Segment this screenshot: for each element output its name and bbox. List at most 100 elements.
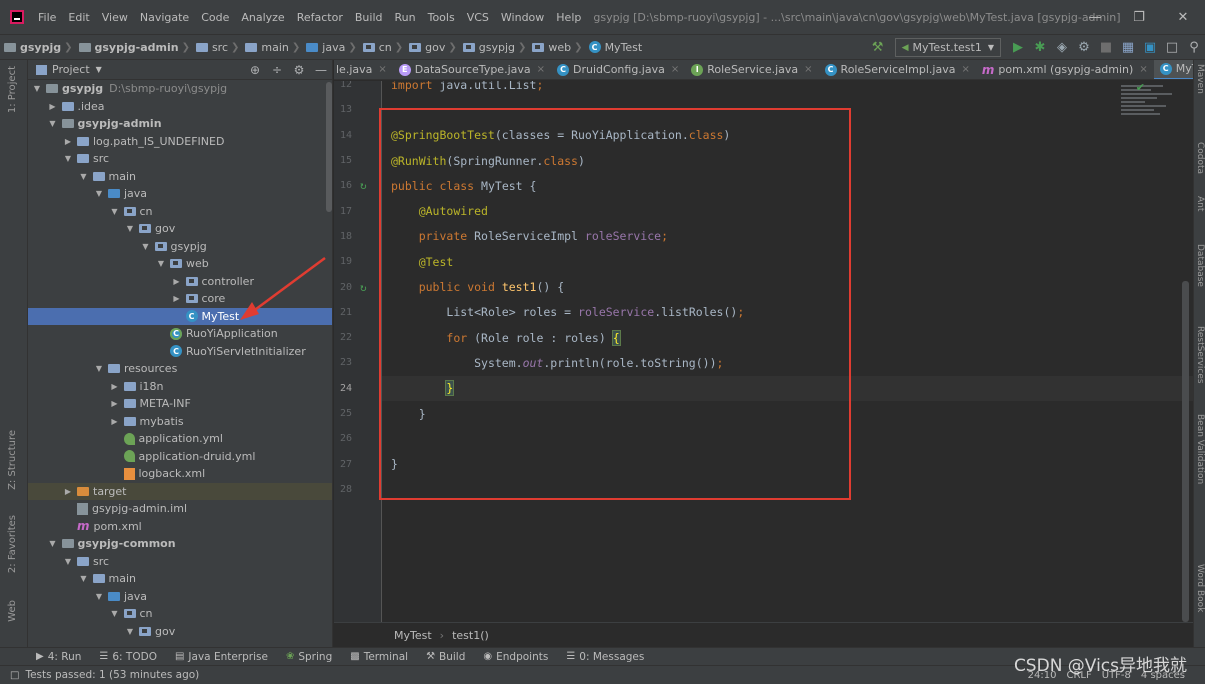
expand-down-icon[interactable]: ▼: [156, 259, 166, 268]
tree-item-web[interactable]: ▼ web: [28, 255, 332, 273]
code-area[interactable]: import java.util.List; @SpringBootTest(cl…: [382, 81, 1193, 622]
menu-item-help[interactable]: Help: [550, 11, 587, 24]
expand-down-icon[interactable]: ▼: [110, 207, 120, 216]
editor-tab[interactable]: CMyTest.java×: [1153, 60, 1193, 79]
expand-down-icon[interactable]: ▼: [125, 627, 135, 636]
breadcrumb-item[interactable]: gov ❯: [405, 41, 459, 54]
code-line[interactable]: }: [382, 452, 1193, 477]
tree-item-logback-xml[interactable]: ▶logback.xml: [28, 465, 332, 483]
editor-tab[interactable]: E DataSourceType.java ×: [393, 60, 551, 79]
expand-right-icon[interactable]: ▶: [63, 487, 73, 496]
menu-item-refactor[interactable]: Refactor: [291, 11, 349, 24]
right-tool-tab-word-book[interactable]: Word Book: [1195, 564, 1205, 612]
breadcrumb-item[interactable]: gsypjg ❯: [0, 41, 75, 54]
tree-item-java[interactable]: ▼ java: [28, 588, 332, 606]
expand-right-icon[interactable]: ▶: [172, 294, 182, 303]
tree-item-cn[interactable]: ▼ cn: [28, 203, 332, 221]
code-line[interactable]: @RunWith(SpringRunner.class): [382, 148, 1193, 173]
close-tab-icon[interactable]: ×: [537, 64, 545, 75]
layout-toggle-icon[interactable]: □: [10, 670, 19, 681]
close-tab-icon[interactable]: ×: [804, 64, 812, 75]
tree-item-gov[interactable]: ▼ gov: [28, 623, 332, 641]
tree-item-cn[interactable]: ▼ cn: [28, 605, 332, 623]
todo-tool-button[interactable]: ☰ 6: TODO: [99, 651, 157, 663]
editor-tab[interactable]: le.java ×: [334, 60, 393, 79]
code-line[interactable]: for (Role role : roles) {: [382, 325, 1193, 350]
tree-item-meta-inf[interactable]: ▶ META-INF: [28, 395, 332, 413]
expand-right-icon[interactable]: ▶: [63, 137, 73, 146]
expand-down-icon[interactable]: ▼: [94, 364, 104, 373]
tree-item-src[interactable]: ▼ src: [28, 150, 332, 168]
tree-item-gsypjg-common[interactable]: ▼ gsypjg-common: [28, 535, 332, 553]
right-tool-tab-maven[interactable]: Maven: [1195, 64, 1205, 94]
expand-down-icon[interactable]: ▼: [63, 154, 73, 163]
breadcrumb-item[interactable]: gsypjg ❯: [459, 41, 529, 54]
status-message[interactable]: Tests passed: 1 (53 minutes ago): [25, 669, 199, 681]
menu-item-tools[interactable]: Tools: [422, 11, 461, 24]
tree-item-main[interactable]: ▼ main: [28, 570, 332, 588]
expand-right-icon[interactable]: ▶: [48, 102, 58, 111]
menu-item-vcs[interactable]: VCS: [461, 11, 495, 24]
tree-item-controller[interactable]: ▶ controller: [28, 273, 332, 291]
project-tree-scrollbar[interactable]: [326, 82, 332, 212]
code-line[interactable]: @Test: [382, 249, 1193, 274]
breadcrumb-item[interactable]: src ❯: [192, 41, 241, 54]
tree-item-main[interactable]: ▼ main: [28, 168, 332, 186]
code-line[interactable]: }: [382, 401, 1193, 426]
tree-item-java[interactable]: ▼ java: [28, 185, 332, 203]
tree-item-gsypjg[interactable]: ▼ gsypjg: [28, 238, 332, 256]
java-enterprise-tool-button[interactable]: ▤ Java Enterprise: [175, 651, 268, 663]
build-tool-button[interactable]: ⚒ Build: [426, 651, 465, 663]
expand-down-icon[interactable]: ▼: [141, 242, 151, 251]
menu-item-build[interactable]: Build: [349, 11, 389, 24]
web-tool-tab[interactable]: Web: [7, 600, 18, 622]
menu-item-analyze[interactable]: Analyze: [235, 11, 290, 24]
tree-item-application-yml[interactable]: ▶application.yml: [28, 430, 332, 448]
breadcrumb-item[interactable]: C MyTest: [585, 41, 645, 54]
right-tool-tab-database[interactable]: Database: [1195, 244, 1205, 287]
terminal-tool-button[interactable]: ▩ Terminal: [350, 651, 408, 663]
expand-down-icon[interactable]: ▼: [32, 84, 42, 93]
tree-item-log-path-is-undefined[interactable]: ▶ log.path_IS_UNDEFINED: [28, 133, 332, 151]
editor-tab[interactable]: C DruidConfig.java ×: [551, 60, 685, 79]
tree-item-src[interactable]: ▼ src: [28, 553, 332, 571]
editor-tab[interactable]: I RoleService.java ×: [685, 60, 818, 79]
code-line[interactable]: [382, 97, 1193, 122]
restore-button[interactable]: ❐: [1117, 0, 1161, 35]
right-tool-tab-ant[interactable]: Ant: [1195, 196, 1205, 211]
tree-item-gsypjg-admin-iml[interactable]: ▶gsypjg-admin.iml: [28, 500, 332, 518]
code-line[interactable]: System.out.println(role.toString());: [382, 350, 1193, 375]
run-test-icon[interactable]: ↻: [360, 179, 367, 192]
inspection-ok-icon[interactable]: ✔: [1136, 81, 1145, 94]
editor-tab[interactable]: m pom.xml (gsypjg-admin) ×: [976, 60, 1154, 79]
search-everywhere-icon[interactable]: ⚲: [1183, 37, 1205, 59]
spring-tool-button[interactable]: ❀ Spring: [286, 651, 332, 663]
expand-right-icon[interactable]: ▶: [110, 399, 120, 408]
menu-item-run[interactable]: Run: [389, 11, 422, 24]
tree-item-application-druid-yml[interactable]: ▶application-druid.yml: [28, 448, 332, 466]
hammer-icon[interactable]: ⚒: [867, 37, 889, 59]
editor-scrollbar[interactable]: [1182, 281, 1189, 622]
menu-item-file[interactable]: File: [32, 11, 62, 24]
breadcrumb-item[interactable]: cn ❯: [359, 41, 405, 54]
expand-down-icon[interactable]: ▼: [125, 224, 135, 233]
code-line[interactable]: }: [382, 375, 1193, 401]
tree-item-target[interactable]: ▶ target: [28, 482, 332, 500]
code-line[interactable]: [382, 477, 1193, 502]
breadcrumb-item[interactable]: java ❯: [302, 41, 358, 54]
tree-item-mytest[interactable]: ▶CMyTest: [28, 307, 332, 325]
code-line[interactable]: @SpringBootTest(classes = RuoYiApplicati…: [382, 123, 1193, 148]
code-line[interactable]: @Autowired: [382, 199, 1193, 224]
close-tab-icon[interactable]: ×: [1139, 64, 1147, 75]
code-line[interactable]: private RoleServiceImpl roleService;: [382, 224, 1193, 249]
right-tool-tab-codota[interactable]: Codota: [1195, 142, 1205, 174]
coverage-icon[interactable]: ◈: [1051, 37, 1073, 59]
expand-right-icon[interactable]: ▶: [172, 277, 182, 286]
expand-down-icon[interactable]: ▼: [94, 592, 104, 601]
tree-item-gsypjg[interactable]: ▼ gsypjg D:\sbmp-ruoyi\gsypjg: [28, 80, 332, 98]
run-icon[interactable]: ▶: [1007, 37, 1029, 59]
editor-tab[interactable]: C RoleServiceImpl.java ×: [819, 60, 976, 79]
expand-down-icon[interactable]: ▼: [94, 189, 104, 198]
close-window-button[interactable]: ✕: [1161, 0, 1205, 35]
layout-icon[interactable]: □: [1161, 37, 1183, 59]
